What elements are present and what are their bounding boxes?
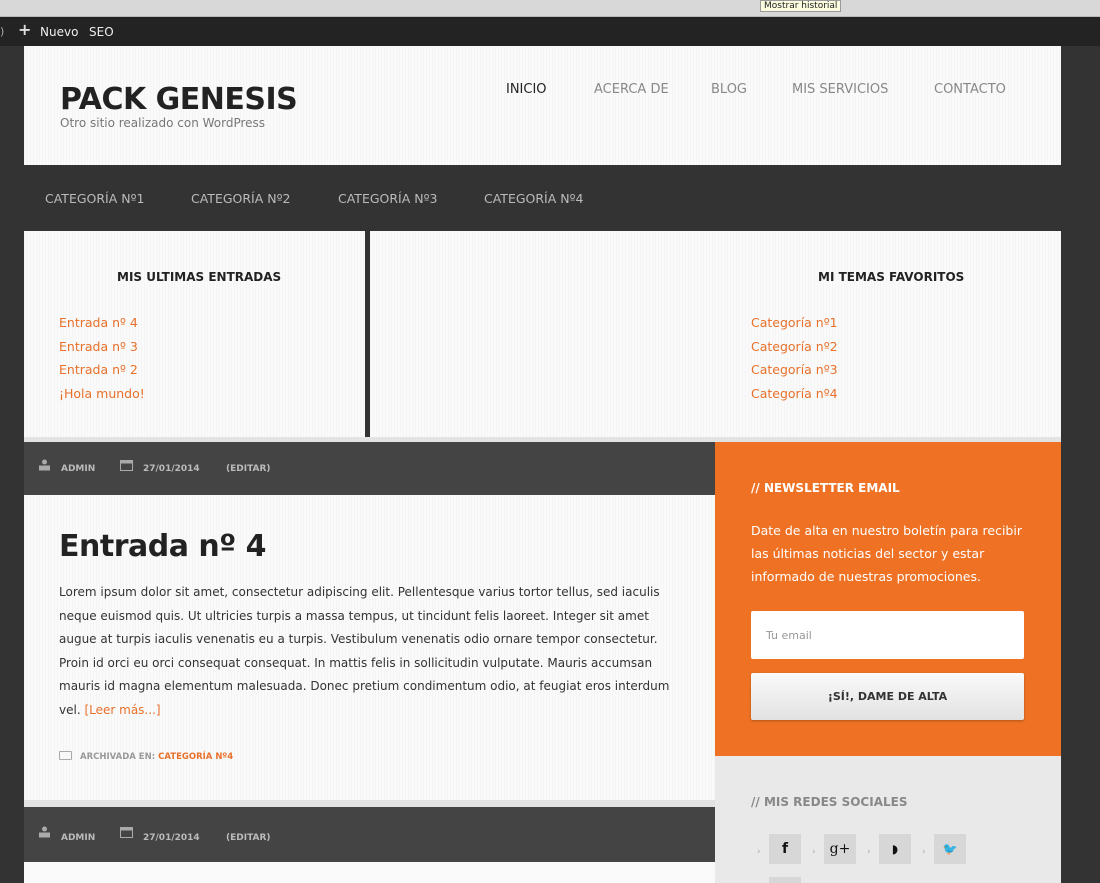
post-author[interactable]: ADMIN — [61, 833, 95, 843]
post-categories: ARCHIVADA EN: CATEGORÍA Nº4 — [59, 751, 233, 762]
read-more-link[interactable]: [Leer más...] — [84, 703, 160, 717]
folder-icon — [59, 751, 72, 760]
list-item[interactable]: Entrada nº 4 — [59, 311, 145, 335]
post-entry — [24, 862, 715, 883]
admin-seo-link[interactable]: SEO — [89, 25, 114, 39]
social-title: // MIS REDES SOCIALES — [751, 795, 908, 809]
post-meta-bar: ADMIN 27/01/2014 (EDITAR) — [24, 442, 715, 495]
post-category-link[interactable]: CATEGORÍA Nº4 — [158, 752, 233, 762]
category-nav-item-4[interactable]: CATEGORÍA Nº4 — [484, 191, 583, 206]
post-entry: Entrada nº 4 Lorem ipsum dolor sit amet,… — [24, 495, 715, 800]
post-author[interactable]: ADMIN — [61, 464, 95, 474]
post-excerpt: Lorem ipsum dolor sit amet, consectetur … — [59, 581, 689, 722]
category-nav-item-2[interactable]: CATEGORÍA Nº2 — [191, 191, 290, 206]
nav-item-blog[interactable]: BLOG — [711, 82, 747, 97]
newsletter-email-input[interactable] — [751, 611, 1024, 659]
separator-icon: › — [812, 847, 816, 857]
post-edit-link[interactable]: (EDITAR) — [226, 833, 271, 843]
list-item[interactable]: Categoría nº1 — [751, 311, 838, 335]
post-excerpt-text: Lorem ipsum dolor sit amet, consectetur … — [59, 585, 670, 717]
site-title[interactable]: PACK GENESIS — [60, 82, 298, 117]
favorite-topics-widget: MI TEMAS FAVORITOS Categoría nº1 Categor… — [370, 231, 1061, 437]
browser-toolbar: Mostrar historial — [0, 0, 1100, 17]
author-icon — [39, 826, 50, 838]
separator-icon: › — [757, 847, 761, 857]
list-item[interactable]: Categoría nº2 — [751, 335, 838, 359]
site-header: PACK GENESIS Otro sitio realizado con Wo… — [24, 46, 1061, 165]
list-item[interactable]: ¡Hola mundo! — [59, 382, 145, 406]
wp-admin-bar: ) + Nuevo SEO — [0, 17, 1100, 46]
author-icon — [39, 459, 50, 471]
post-date: 27/01/2014 — [143, 833, 200, 843]
post-meta-bar: ADMIN 27/01/2014 (EDITAR) — [24, 807, 715, 862]
twitter-icon[interactable]: 🐦 — [934, 834, 966, 864]
category-nav-item-3[interactable]: CATEGORÍA Nº3 — [338, 191, 437, 206]
site-description: Otro sitio realizado con WordPress — [60, 116, 266, 130]
newsletter-title: // NEWSLETTER EMAIL — [751, 481, 900, 495]
post-divider — [24, 800, 715, 807]
calendar-icon — [120, 827, 133, 838]
plus-icon[interactable]: + — [18, 22, 31, 38]
nav-item-mis-servicios[interactable]: MIS SERVICIOS — [792, 82, 888, 97]
category-navigation: CATEGORÍA Nº1 CATEGORÍA Nº2 CATEGORÍA Nº… — [24, 165, 1061, 231]
widget-title: MIS ULTIMAS ENTRADAS — [117, 270, 282, 284]
latest-posts-list: Entrada nº 4 Entrada nº 3 Entrada nº 2 ¡… — [59, 311, 145, 405]
nav-item-acerca-de[interactable]: ACERCA DE — [594, 82, 669, 97]
calendar-icon — [120, 460, 133, 471]
nav-item-contacto[interactable]: CONTACTO — [934, 82, 1006, 97]
rss-icon[interactable]: ◗ — [879, 834, 911, 864]
filed-under-label: ARCHIVADA EN: — [80, 752, 156, 762]
google-plus-icon[interactable]: g+ — [824, 834, 856, 864]
list-item[interactable]: Entrada nº 2 — [59, 358, 145, 382]
list-item[interactable]: Categoría nº4 — [751, 382, 838, 406]
separator-icon: › — [922, 847, 926, 857]
latest-posts-widget: MIS ULTIMAS ENTRADAS Entrada nº 4 Entrad… — [24, 231, 365, 437]
post-title[interactable]: Entrada nº 4 — [59, 529, 267, 564]
admin-new-link[interactable]: Nuevo — [40, 25, 78, 39]
newsletter-description: Date de alta en nuestro boletín para rec… — [751, 523, 1022, 584]
list-item[interactable]: Categoría nº3 — [751, 358, 838, 382]
nav-item-inicio[interactable]: INICIO — [506, 82, 547, 97]
social-widget: // MIS REDES SOCIALES › f › g+ › ◗ › 🐦 — [715, 756, 1061, 883]
admin-bar-edge-glyph: ) — [0, 25, 5, 38]
facebook-icon[interactable]: f — [769, 834, 801, 864]
favorite-topics-list: Categoría nº1 Categoría nº2 Categoría nº… — [751, 311, 838, 405]
separator-icon: › — [867, 847, 871, 857]
newsletter-widget: // NEWSLETTER EMAIL Date de alta en nues… — [715, 442, 1061, 756]
widget-title: MI TEMAS FAVORITOS — [818, 270, 965, 284]
post-edit-link[interactable]: (EDITAR) — [226, 464, 271, 474]
history-tooltip: Mostrar historial — [760, 0, 842, 12]
social-icon-partial[interactable] — [769, 877, 801, 883]
list-item[interactable]: Entrada nº 3 — [59, 335, 145, 359]
category-nav-item-1[interactable]: CATEGORÍA Nº1 — [45, 191, 144, 206]
newsletter-subscribe-button[interactable]: ¡SÍ!, DAME DE ALTA — [751, 673, 1024, 720]
post-date: 27/01/2014 — [143, 464, 200, 474]
